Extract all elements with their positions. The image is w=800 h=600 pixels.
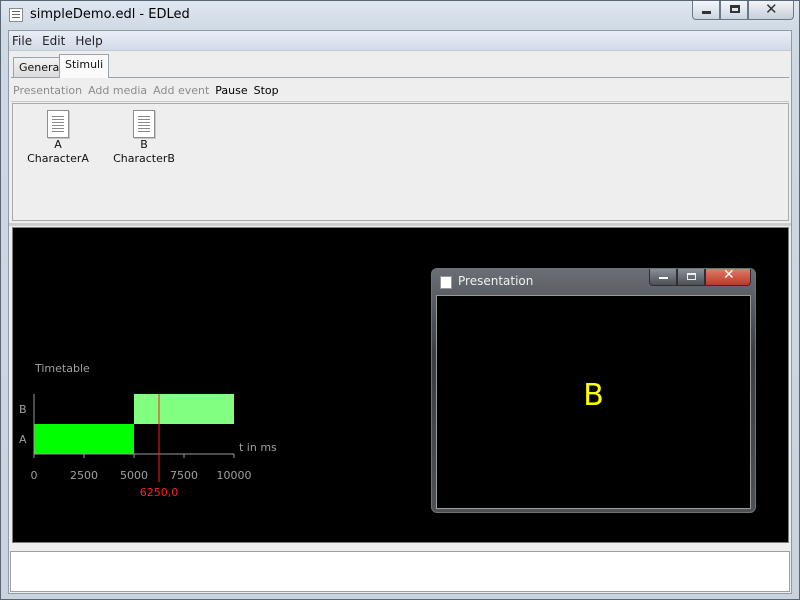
presentation-window-icon: [440, 276, 452, 289]
presentation-window-title: Presentation: [458, 274, 534, 288]
close-icon: ✕: [723, 267, 735, 283]
stimulus-name: CharacterB: [113, 152, 175, 165]
presentation-minimize-button[interactable]: [649, 269, 677, 286]
add-event-button[interactable]: Add event: [153, 84, 209, 97]
toolbar-separator: [11, 101, 789, 102]
maximize-icon: [687, 273, 696, 280]
document-icon: [133, 110, 155, 138]
status-area: [10, 551, 790, 592]
menu-edit[interactable]: Edit: [37, 34, 70, 48]
stimulus-item[interactable]: B CharacterB: [104, 110, 184, 166]
presentation-close-button[interactable]: ✕: [705, 267, 751, 286]
app-icon[interactable]: [9, 8, 23, 22]
timetable-event-b: [134, 394, 234, 424]
timetable-tick-label: 5000: [120, 469, 148, 482]
displayed-stimulus: B: [583, 378, 604, 413]
client-area: File Edit Help General Stimuli Presentat…: [8, 30, 792, 594]
split-divider[interactable]: [9, 223, 791, 226]
presentation-display: B: [436, 295, 751, 509]
timetable-tick-label: 2500: [70, 469, 98, 482]
stimulus-id: B: [140, 138, 148, 151]
minimize-icon: [702, 11, 711, 14]
title-bar[interactable]: simpleDemo.edl - EDLed ✕: [1, 0, 799, 29]
tab-stimuli[interactable]: Stimuli: [59, 54, 110, 78]
timetable-row-label: A: [19, 433, 27, 446]
minimize-button[interactable]: [692, 1, 720, 20]
tab-divider: [11, 77, 789, 78]
pause-button[interactable]: Pause: [215, 84, 247, 97]
timetable-x-axis-label: t in ms: [239, 441, 277, 454]
minimize-icon: [659, 277, 668, 279]
menu-help[interactable]: Help: [70, 34, 107, 48]
presentation-stage: Timetable ABt in ms 0 2500 5000 7500 10000 625…: [12, 227, 789, 543]
timetable-tick-label: 10000: [217, 469, 252, 482]
toolbar: Presentation Add media Add event Pause S…: [13, 81, 285, 99]
timetable-tick-label: 7500: [170, 469, 198, 482]
stop-button[interactable]: Stop: [254, 84, 279, 97]
timetable-event-a: [34, 424, 134, 454]
presentation-button[interactable]: Presentation: [13, 84, 82, 97]
document-icon: [47, 110, 69, 138]
presentation-maximize-button[interactable]: [677, 269, 705, 286]
stimulus-id: A: [54, 138, 62, 151]
presentation-window[interactable]: Presentation ✕ B: [431, 267, 756, 513]
timetable-tick-label: 0: [31, 469, 38, 482]
close-icon: ✕: [765, 0, 778, 18]
maximize-icon: [730, 5, 740, 13]
stimulus-item[interactable]: A CharacterA: [18, 110, 98, 166]
main-window: simpleDemo.edl - EDLed ✕ File Edit Help …: [0, 0, 800, 600]
menu-file[interactable]: File: [9, 34, 37, 48]
timetable-cursor-label: 6250,0: [140, 486, 179, 499]
close-button[interactable]: ✕: [748, 0, 794, 20]
stimulus-name: CharacterA: [27, 152, 89, 165]
window-title: simpleDemo.edl - EDLed: [30, 7, 190, 22]
add-media-button[interactable]: Add media: [88, 84, 147, 97]
menu-bar: File Edit Help: [9, 31, 791, 51]
timetable-chart: A Bt in ms 0 2500 5000 7500 10000 6250,0: [19, 394, 277, 499]
stimuli-list: A CharacterA B CharacterB: [12, 103, 789, 221]
maximize-button[interactable]: [720, 1, 748, 20]
timetable-row-label: B: [19, 403, 27, 416]
